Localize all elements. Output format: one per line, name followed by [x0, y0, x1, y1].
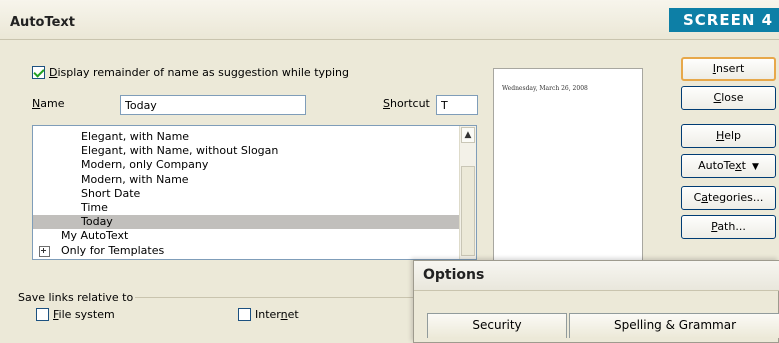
screen-badge: SCREEN 4 — [669, 8, 779, 32]
autotext-list[interactable]: Elegant, with Name Elegant, with Name, wi… — [32, 125, 477, 260]
dropdown-arrow-icon: ▼ — [751, 162, 759, 172]
path-button-rest: ath... — [717, 220, 746, 233]
scroll-thumb[interactable] — [461, 166, 475, 256]
internet-label-b: et — [287, 308, 299, 321]
path-button[interactable]: Path... — [681, 215, 776, 239]
internet-label: Internet — [255, 308, 299, 321]
file-system-label: File system — [53, 308, 115, 321]
list-item-label: My AutoText — [61, 229, 129, 243]
title-bar — [0, 0, 779, 40]
list-item-label: Only for Templates — [61, 243, 165, 257]
help-button[interactable]: Help — [681, 124, 776, 148]
categories-button[interactable]: Categories... — [681, 186, 776, 210]
list-item[interactable]: Modern, with Name — [33, 173, 459, 187]
list-item-label: Time — [81, 201, 108, 214]
file-system-label-rest: ile system — [58, 308, 115, 321]
display-remainder-label: Display remainder of name as suggestion … — [49, 66, 350, 79]
preview-text: Wednesday, March 26, 2008 — [502, 85, 588, 92]
categories-button-b: tegories... — [708, 191, 764, 204]
list-item[interactable]: Today — [33, 215, 459, 230]
options-title-bar: Options — [414, 261, 779, 291]
internet-label-a: Inter — [255, 308, 281, 321]
internet-label-u: n — [280, 308, 288, 321]
list-item[interactable]: Standard — [33, 258, 459, 259]
display-remainder-checkbox[interactable] — [32, 66, 45, 79]
display-remainder-label-text: isplay remainder of name as suggestion w… — [57, 66, 350, 79]
close-button[interactable]: Close — [681, 86, 776, 110]
window-title: AutoText — [10, 15, 76, 30]
list-item[interactable]: Short Date — [33, 187, 459, 201]
close-button-rest: lose — [721, 91, 744, 104]
list-item[interactable]: Time — [33, 201, 459, 215]
insert-button[interactable]: Insert — [681, 57, 776, 81]
list-item[interactable]: Only for Templates — [33, 244, 459, 258]
expand-plus-icon[interactable] — [39, 245, 50, 257]
insert-button-rest: nsert — [715, 62, 745, 75]
list-item[interactable]: My AutoText — [33, 229, 459, 243]
name-label: Name — [32, 97, 65, 110]
save-links-group-label: Save links relative to — [18, 291, 134, 304]
list-item[interactable]: Modern, only Company — [33, 158, 459, 172]
autotext-button-a: AutoTe — [698, 159, 736, 172]
scroll-up-arrow-icon[interactable]: ▲ — [461, 127, 475, 143]
tab-security[interactable]: Security — [427, 313, 567, 338]
shortcut-label: Shortcut — [383, 97, 430, 110]
list-item-label: Standard — [61, 258, 111, 259]
file-system-checkbox[interactable] — [36, 308, 49, 321]
name-label-rest: ame — [40, 97, 65, 110]
tab-spelling-grammar[interactable]: Spelling & Grammar — [569, 313, 779, 338]
options-window: Options Security Spelling & Grammar — [413, 260, 779, 343]
options-title: Options — [423, 267, 485, 283]
help-button-rest: elp — [724, 129, 742, 142]
list-item[interactable]: Elegant, with Name, without Slogan — [33, 144, 459, 158]
vertical-scrollbar[interactable]: ▲ — [459, 126, 476, 259]
list-item-label: Today — [81, 215, 113, 229]
list-item[interactable]: Elegant, with Name — [33, 130, 459, 144]
list-item-label: Modern, with Name — [81, 172, 189, 186]
list-item-label: Elegant, with Name — [81, 130, 190, 143]
shortcut-label-rest: hortcut — [389, 97, 430, 110]
shortcut-input[interactable] — [436, 95, 478, 115]
autotext-button-b: t — [741, 159, 746, 172]
name-input[interactable] — [120, 95, 306, 115]
internet-checkbox[interactable] — [238, 308, 251, 321]
list-item-label: Short Date — [81, 186, 141, 200]
list-item-label: Elegant, with Name, without Slogan — [81, 144, 279, 158]
preview-pane: Wednesday, March 26, 2008 — [493, 68, 643, 268]
list-item-label: Modern, only Company — [81, 158, 209, 172]
autotext-menu-button[interactable]: AutoText ▼ — [681, 154, 776, 178]
